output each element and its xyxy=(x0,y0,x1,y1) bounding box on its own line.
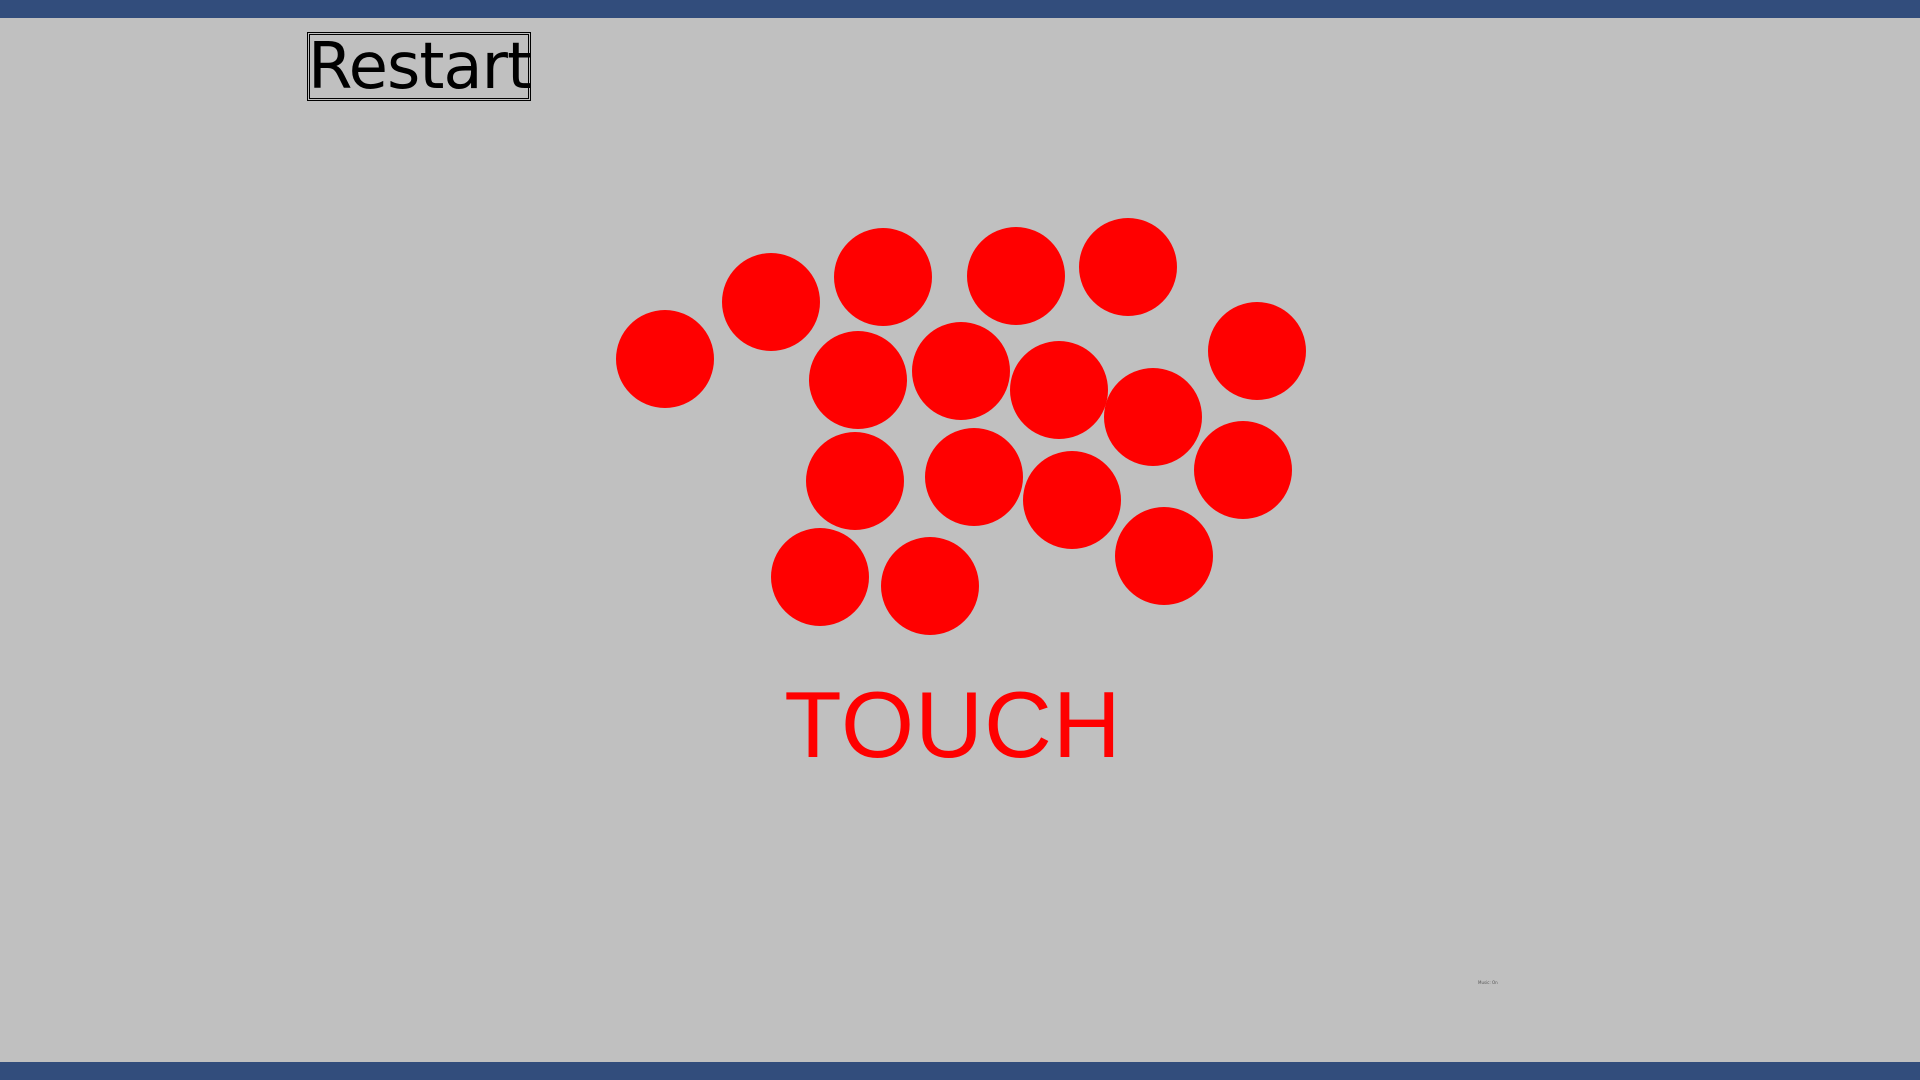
red-ball[interactable] xyxy=(912,322,1010,420)
red-ball[interactable] xyxy=(809,331,907,429)
red-ball[interactable] xyxy=(881,537,979,635)
red-ball[interactable] xyxy=(1104,368,1202,466)
red-ball[interactable] xyxy=(1079,218,1177,316)
red-ball[interactable] xyxy=(722,253,820,351)
bottom-frame-bar xyxy=(0,1062,1920,1080)
red-ball[interactable] xyxy=(967,227,1065,325)
game-stage: Restart TOUCH Music: On xyxy=(0,0,1920,1080)
ball-field[interactable] xyxy=(0,0,1920,1080)
red-ball[interactable] xyxy=(1115,507,1213,605)
red-ball[interactable] xyxy=(1023,451,1121,549)
touch-prompt: TOUCH xyxy=(784,672,1122,777)
status-text: Music: On xyxy=(1478,980,1498,985)
red-ball[interactable] xyxy=(616,310,714,408)
red-ball[interactable] xyxy=(1208,302,1306,400)
red-ball[interactable] xyxy=(925,428,1023,526)
red-ball[interactable] xyxy=(1010,341,1108,439)
red-ball[interactable] xyxy=(1194,421,1292,519)
red-ball[interactable] xyxy=(771,528,869,626)
red-ball[interactable] xyxy=(806,432,904,530)
red-ball[interactable] xyxy=(834,228,932,326)
